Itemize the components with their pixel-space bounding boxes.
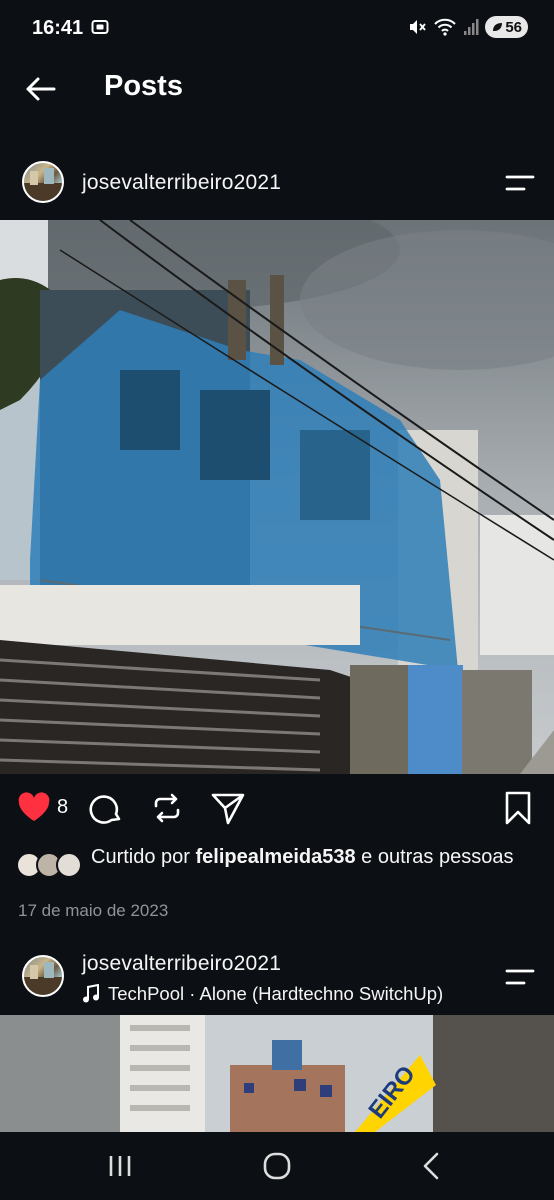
- music-note-icon: [83, 984, 99, 1003]
- avatar[interactable]: [22, 955, 64, 997]
- liker-avatars: [16, 852, 86, 880]
- page-title: Posts: [104, 70, 183, 102]
- battery-indicator: 56: [485, 16, 528, 38]
- battery-level: 56: [505, 18, 522, 36]
- post-actions: 8: [0, 782, 554, 834]
- like-count[interactable]: 8: [57, 796, 68, 819]
- mute-icon: [410, 20, 427, 34]
- likes-text: Curtido por felipealmeida538 e outras pe…: [91, 844, 531, 870]
- recent-apps-icon[interactable]: [100, 1150, 140, 1182]
- avatar[interactable]: [22, 161, 64, 203]
- bookmark-icon[interactable]: [500, 790, 536, 826]
- construction-photo: [0, 220, 554, 774]
- leaf-icon: [493, 23, 503, 31]
- home-icon[interactable]: [257, 1150, 297, 1182]
- video-preview: EIRO: [0, 1015, 554, 1132]
- status-bar: 16:41 56: [0, 0, 554, 58]
- post-header: josevalterribeiro2021: [0, 146, 554, 222]
- avatar: [56, 852, 82, 878]
- screenshot-icon: [91, 20, 109, 34]
- post-date: 17 de maio de 2023: [18, 901, 169, 920]
- post-username[interactable]: josevalterribeiro2021: [82, 952, 281, 976]
- options-icon[interactable]: [504, 172, 536, 196]
- liker-username[interactable]: felipealmeida538: [196, 846, 356, 868]
- music-title: TechPool · Alone (Hardtechno SwitchUp): [108, 983, 444, 1004]
- back-arrow-icon[interactable]: [22, 71, 58, 107]
- status-icons: 56: [407, 16, 528, 38]
- system-nav-bar: [0, 1132, 554, 1200]
- status-time: 16:41: [32, 17, 84, 39]
- wifi-icon: [434, 18, 457, 36]
- likes-prefix: Curtido por: [91, 846, 196, 868]
- options-icon[interactable]: [504, 966, 536, 990]
- top-bar: Posts: [0, 58, 554, 120]
- signal-icon: [464, 19, 479, 35]
- post-username[interactable]: josevalterribeiro2021: [82, 171, 281, 195]
- post-image[interactable]: [0, 220, 554, 774]
- post-image[interactable]: EIRO: [0, 1015, 554, 1132]
- heart-filled-icon[interactable]: [16, 790, 52, 826]
- music-attribution[interactable]: TechPool · Alone (Hardtechno SwitchUp): [82, 983, 443, 1005]
- comment-icon[interactable]: [88, 790, 124, 826]
- likes-suffix: e outras pessoas: [355, 846, 514, 868]
- back-icon[interactable]: [412, 1150, 452, 1182]
- share-icon[interactable]: [210, 790, 246, 826]
- repost-icon[interactable]: [149, 790, 185, 826]
